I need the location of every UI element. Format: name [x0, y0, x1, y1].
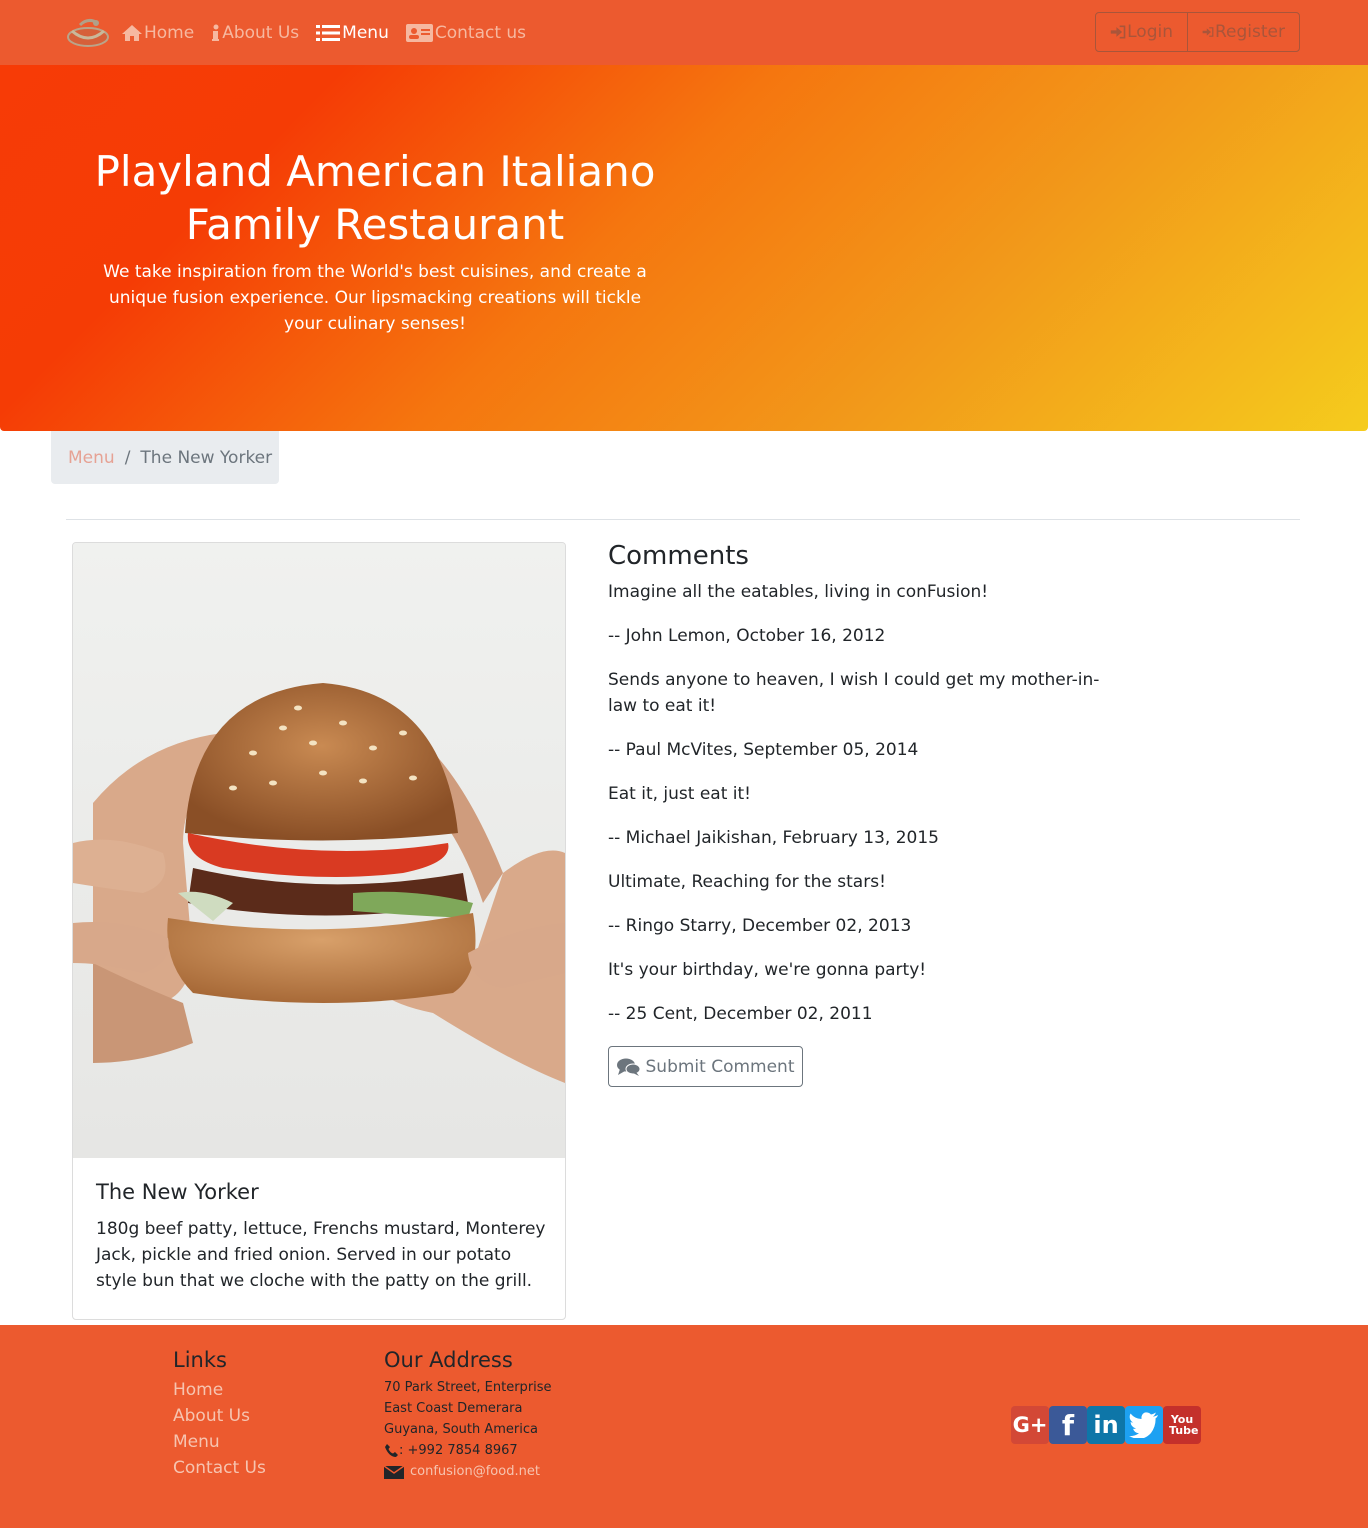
- info-icon: [212, 24, 220, 41]
- phone-icon: [385, 1444, 398, 1457]
- phone-line: : +992 7854 8967: [384, 1440, 552, 1461]
- facebook-label: f: [1061, 1408, 1075, 1442]
- phone-number: : +992 7854 8967: [399, 1443, 518, 1458]
- hero-tagline: We take inspiration from the World's bes…: [103, 262, 647, 334]
- comment-text: Imagine all the eatables, living in conF…: [608, 582, 989, 602]
- comment-text: Ultimate, Reaching for the stars!: [608, 872, 886, 892]
- email-line: confusion@food.net: [384, 1461, 552, 1482]
- breadcrumb: Menu / The New Yorker: [51, 431, 279, 484]
- hero-banner: Playland American Italiano Family Restau…: [0, 65, 1368, 431]
- email-link[interactable]: confusion@food.net: [410, 1461, 540, 1482]
- footer-link-contact[interactable]: Contact Us: [173, 1455, 266, 1481]
- brand-logo[interactable]: [66, 15, 110, 49]
- google-plus-label: G+: [1012, 1413, 1048, 1437]
- comments-icon: [616, 1058, 640, 1076]
- nav-about[interactable]: About Us: [211, 23, 299, 43]
- nav-about-label: About Us: [222, 22, 300, 43]
- nav-home-label: Home: [144, 22, 195, 43]
- address-card-icon: [405, 23, 433, 42]
- address-line: Guyana, South America: [384, 1422, 538, 1437]
- sign-in-icon: [1202, 27, 1214, 37]
- comment-byline: -- 25 Cent, December 02, 2011: [608, 1004, 873, 1024]
- list-icon: [316, 24, 341, 41]
- address-line: 70 Park Street, Enterprise: [384, 1380, 552, 1395]
- comment-byline: -- John Lemon, October 16, 2012: [608, 626, 886, 646]
- sign-in-icon: [1110, 25, 1126, 39]
- facebook-icon[interactable]: f: [1049, 1406, 1087, 1444]
- comment-byline: -- Michael Jaikishan, February 13, 2015: [608, 828, 939, 848]
- nav-menu-label: Menu: [342, 22, 389, 43]
- nav-contact[interactable]: Contact us: [405, 22, 527, 43]
- dish-name: The New Yorker: [96, 1180, 259, 1204]
- register-label: Register: [1215, 22, 1285, 42]
- login-label: Login: [1127, 22, 1173, 42]
- comments-heading: Comments: [608, 541, 749, 571]
- comment-text: It's your birthday, we're gonna party!: [608, 960, 927, 980]
- youtube-icon[interactable]: You Tube: [1163, 1406, 1201, 1444]
- nav-home[interactable]: Home: [121, 23, 194, 43]
- comment-byline: -- Paul McVites, September 05, 2014: [608, 740, 919, 760]
- dish-image: [73, 543, 565, 1158]
- linkedin-icon[interactable]: in: [1087, 1406, 1125, 1444]
- comment-text: Sends anyone to heaven, I wish I could g…: [608, 670, 1100, 716]
- comment-byline: -- Ringo Starry, December 02, 2013: [608, 916, 912, 936]
- google-plus-icon[interactable]: G+: [1011, 1406, 1049, 1444]
- footer-link-home[interactable]: Home: [173, 1377, 266, 1403]
- comment-text: Eat it, just eat it!: [608, 784, 751, 804]
- twitter-icon[interactable]: [1125, 1406, 1163, 1444]
- nav-menu[interactable]: Menu: [316, 23, 389, 43]
- dish-card-body: The New Yorker 180g beef patty, lettuce,…: [96, 1180, 546, 1294]
- breadcrumb-current: The New Yorker: [140, 447, 273, 468]
- navbar: Home About Us Menu Contact us Login Regi…: [0, 0, 1368, 65]
- youtube-label: You Tube: [1169, 1413, 1199, 1437]
- breadcrumb-menu-link[interactable]: Menu: [68, 448, 115, 468]
- twitter-bird-icon: [1129, 1412, 1158, 1438]
- footer-links-heading: Links: [173, 1348, 227, 1372]
- register-button[interactable]: Register: [1187, 12, 1300, 52]
- nav-contact-label: Contact us: [434, 22, 527, 43]
- dish-description: 180g beef patty, lettuce, Frenchs mustar…: [96, 1219, 546, 1291]
- submit-comment-button[interactable]: Submit Comment: [608, 1046, 803, 1087]
- dish-card: The New Yorker 180g beef patty, lettuce,…: [72, 542, 566, 1320]
- footer-address-heading: Our Address: [384, 1348, 513, 1372]
- footer-links: Links Home About Us Menu Contact Us: [173, 1348, 266, 1481]
- home-icon: [122, 24, 142, 41]
- submit-comment-label: Submit Comment: [645, 1056, 795, 1077]
- comments-section: Comments Imagine all the eatables, livin…: [608, 541, 1108, 1045]
- restaurant-title: Playland American Italiano Family Restau…: [94, 147, 656, 249]
- hero-content: Playland American Italiano Family Restau…: [88, 145, 662, 337]
- breadcrumb-separator: /: [124, 447, 131, 468]
- envelope-icon: [384, 1464, 404, 1479]
- social-links: G+ f in You Tube: [1011, 1406, 1201, 1444]
- divider: [66, 519, 1300, 520]
- footer-link-menu[interactable]: Menu: [173, 1429, 266, 1455]
- login-button[interactable]: Login: [1095, 12, 1188, 52]
- footer-link-about[interactable]: About Us: [173, 1403, 266, 1429]
- footer-address: Our Address 70 Park Street, Enterprise E…: [384, 1348, 552, 1482]
- address-line: East Coast Demerara: [384, 1401, 523, 1416]
- linkedin-label: in: [1093, 1411, 1119, 1439]
- footer: Links Home About Us Menu Contact Us Our …: [0, 1325, 1368, 1528]
